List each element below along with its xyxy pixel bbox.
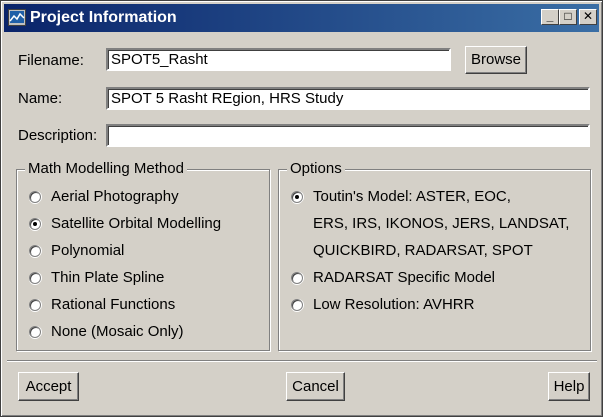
radio-button-selected[interactable]: [291, 191, 303, 203]
toutin-sensor-list-line-2: ERS, IRS, IKONOS, JERS, LANDSAT,: [313, 215, 570, 232]
maximize-button[interactable]: □: [559, 9, 577, 25]
radio-label: RADARSAT Specific Model: [313, 269, 496, 286]
radio-button-selected[interactable]: [29, 218, 41, 230]
footer-divider: [7, 360, 597, 362]
radio-button[interactable]: [29, 191, 41, 203]
radio-button[interactable]: [29, 326, 41, 338]
math-modelling-title: Math Modelling Method: [25, 160, 187, 178]
radio-label: Rational Functions: [51, 296, 176, 313]
radio-label: Thin Plate Spline: [51, 269, 165, 286]
description-label: Description:: [18, 127, 98, 144]
name-label: Name:: [18, 90, 63, 107]
filename-field[interactable]: SPOT5_Rasht: [106, 48, 451, 71]
cancel-button[interactable]: Cancel: [286, 372, 345, 401]
radio-label: Satellite Orbital Modelling: [51, 215, 222, 232]
radio-label: Aerial Photography: [51, 188, 179, 205]
accept-button[interactable]: Accept: [18, 372, 79, 401]
project-information-dialog: Project Information _ □ ✕ Filename: SPOT…: [0, 0, 603, 417]
toutin-sensor-list-line-3: QUICKBIRD, RADARSAT, SPOT: [313, 242, 533, 259]
radio-button[interactable]: [29, 272, 41, 284]
radio-button[interactable]: [29, 299, 41, 311]
help-button[interactable]: Help: [548, 372, 590, 401]
name-field[interactable]: SPOT 5 Rasht REgion, HRS Study: [106, 87, 590, 110]
browse-button[interactable]: Browse: [465, 46, 527, 74]
app-icon: [8, 9, 26, 26]
description-field[interactable]: [106, 124, 590, 147]
title-bar[interactable]: Project Information _ □ ✕: [4, 4, 599, 32]
radio-button[interactable]: [291, 272, 303, 284]
filename-label: Filename:: [18, 52, 84, 69]
radio-label: Toutin's Model: ASTER, EOC,: [313, 188, 511, 205]
radio-button[interactable]: [29, 245, 41, 257]
radio-button[interactable]: [291, 299, 303, 311]
radio-label: None (Mosaic Only): [51, 323, 184, 340]
radio-label: Polynomial: [51, 242, 125, 259]
radio-label: Low Resolution: AVHRR: [313, 296, 475, 313]
close-button[interactable]: ✕: [579, 9, 597, 25]
minimize-button[interactable]: _: [541, 9, 559, 25]
options-title: Options: [287, 160, 345, 178]
window-title: Project Information: [30, 9, 177, 26]
